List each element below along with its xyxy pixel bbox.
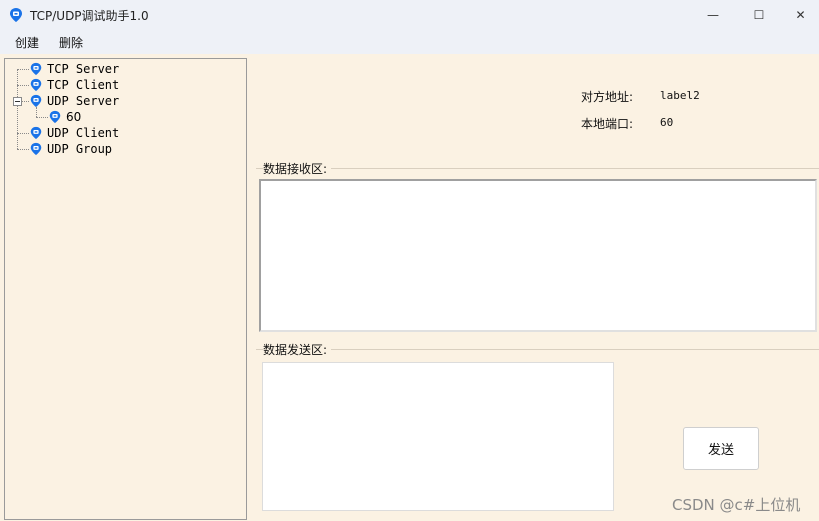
window-title: TCP/UDP调试助手1.0 [30, 9, 149, 23]
receive-group-border [256, 168, 819, 169]
tree-node-label: UDP Server [47, 94, 120, 108]
local-port-label: 本地端口: [581, 117, 634, 131]
send-textarea[interactable] [262, 362, 614, 511]
menu-bar: 创建 删除 [0, 30, 819, 54]
phone-pin-icon [49, 110, 61, 124]
phone-pin-icon [30, 78, 42, 92]
remote-address-label: 对方地址: [581, 90, 634, 104]
receive-area-title: 数据接收区: [263, 160, 332, 177]
app-phone-pin-icon [10, 8, 22, 22]
receive-textarea[interactable] [259, 179, 817, 332]
tree-node-udp-server-60[interactable]: 60 [48, 109, 81, 125]
tree-line [17, 133, 29, 134]
tree-node-tcp-server[interactable]: TCP Server [29, 61, 119, 77]
tree-node-label: TCP Client [47, 78, 120, 92]
close-icon: ✕ [795, 8, 806, 22]
close-button[interactable]: ✕ [782, 0, 819, 30]
minimize-icon: — [707, 8, 719, 22]
tree-node-tcp-client[interactable]: TCP Client [29, 77, 119, 93]
tree-node-udp-client[interactable]: UDP Client [29, 125, 119, 141]
title-bar: TCP/UDP调试助手1.0 — ☐ ✕ [0, 0, 819, 30]
watermark: CSDN @c#上位机 [672, 496, 801, 514]
tree-line [36, 117, 48, 118]
maximize-icon: ☐ [753, 8, 765, 22]
menu-item-delete[interactable]: 删除 [59, 34, 83, 51]
send-area-title: 数据发送区: [263, 341, 332, 358]
tree-line [17, 85, 29, 86]
minimize-button[interactable]: — [690, 0, 736, 30]
send-button[interactable]: 发送 [683, 427, 759, 470]
phone-pin-icon [30, 126, 42, 140]
phone-pin-icon [30, 142, 42, 156]
remote-address-value: label2 [660, 89, 700, 102]
collapse-toggle[interactable] [13, 97, 22, 106]
phone-pin-icon [30, 62, 42, 76]
local-port-value: 60 [660, 116, 674, 129]
menu-item-create[interactable]: 创建 [15, 34, 39, 51]
tree-line [17, 149, 29, 150]
tree-node-label: TCP Server [47, 62, 120, 76]
tree-line [22, 101, 29, 102]
tree-node-udp-server[interactable]: UDP Server [29, 93, 119, 109]
connection-tree[interactable]: TCP Server TCP Client UDP Server 60 UDP … [4, 58, 247, 520]
maximize-button[interactable]: ☐ [736, 0, 782, 30]
tree-node-label: UDP Group [47, 142, 113, 156]
tree-line-root [17, 69, 18, 149]
tree-line [17, 69, 29, 70]
send-group-border [256, 349, 819, 350]
phone-pin-icon [30, 94, 42, 108]
tree-node-label: 60 [66, 110, 82, 124]
tree-node-label: UDP Client [47, 126, 120, 140]
tree-node-udp-group[interactable]: UDP Group [29, 141, 112, 157]
